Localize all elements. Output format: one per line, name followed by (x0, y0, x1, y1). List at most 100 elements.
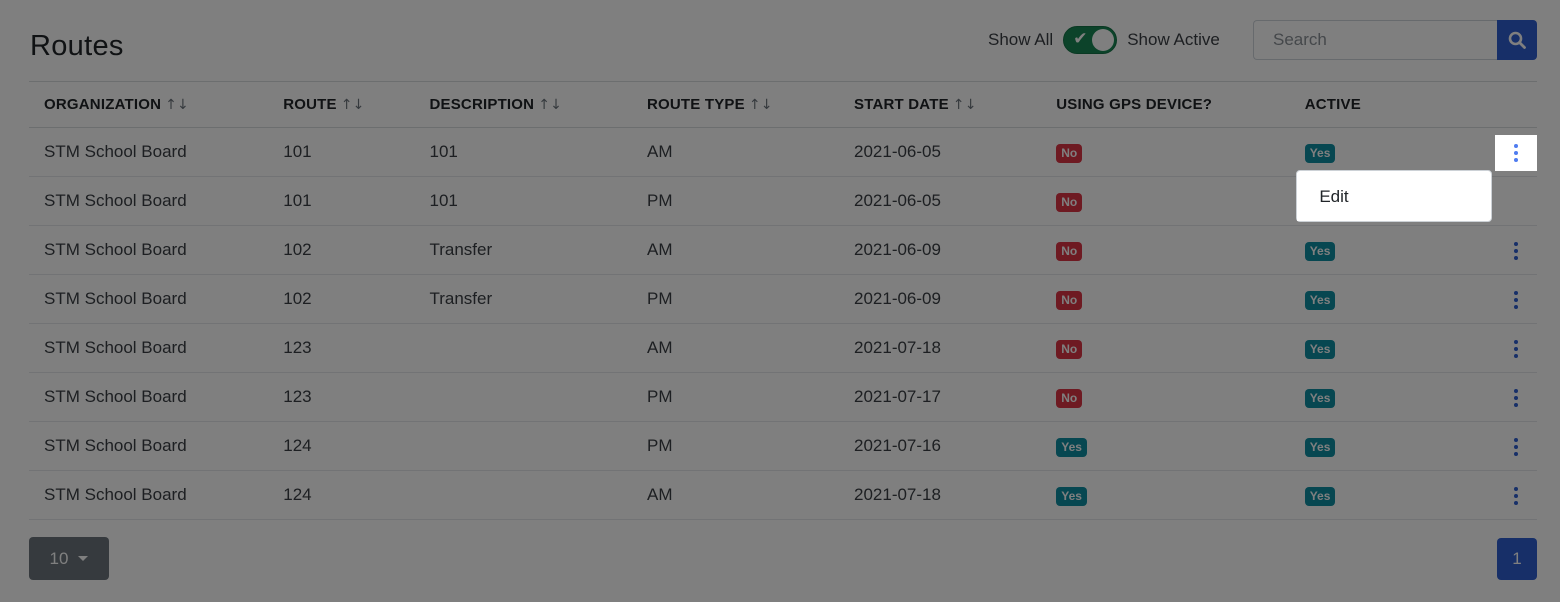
cell-organization: STM School Board (29, 421, 269, 471)
cell-route-type: AM (632, 323, 839, 373)
menu-item-edit[interactable]: Edit (1297, 173, 1371, 221)
dot (1514, 438, 1518, 442)
cell-start-date: 2021-06-09 (839, 274, 1042, 324)
cell-route: 102 (268, 225, 415, 275)
show-active-label: Show Active (1127, 30, 1220, 49)
routes-page: Routes Show All ✔ Show Active ORGANIZATI… (0, 0, 1560, 602)
status-badge: No (1056, 143, 1083, 163)
dot (1514, 151, 1518, 155)
cell-actions (1396, 225, 1537, 275)
cell-actions (1396, 274, 1537, 324)
status-badge: Yes (1056, 437, 1087, 457)
table-row: STM School Board 102 Transfer AM 2021-06-09 N… (29, 225, 1537, 275)
sort-icon: ↑↓ (538, 97, 563, 113)
dot (1514, 452, 1518, 456)
status-badge: No (1056, 339, 1083, 359)
page-title: Routes (30, 30, 124, 62)
dot (1514, 249, 1518, 253)
caret-down-icon (78, 556, 89, 561)
more-options-icon[interactable] (1495, 331, 1537, 367)
dot (1514, 396, 1518, 400)
search-button[interactable] (1497, 20, 1537, 60)
column-header-start-date[interactable]: START DATE ↑↓ (839, 81, 1042, 128)
active-filter: Show All ✔ Show Active (988, 26, 1220, 54)
dot (1514, 501, 1518, 505)
table-row: STM School Board 123 PM 2021-07-17 No Yes (29, 372, 1537, 422)
dot (1514, 487, 1518, 491)
cell-active: Yes (1289, 470, 1396, 520)
cell-route-type: AM (632, 225, 839, 275)
dot (1514, 305, 1518, 309)
cell-route-type: AM (632, 470, 839, 520)
cell-start-date: 2021-06-05 (839, 176, 1042, 226)
cell-start-date: 2021-07-18 (839, 470, 1042, 520)
show-all-label: Show All (988, 30, 1054, 49)
cell-active: Yes (1289, 274, 1396, 324)
status-badge: No (1056, 192, 1083, 212)
cell-organization: STM School Board (29, 176, 269, 226)
dot (1514, 242, 1518, 246)
cell-start-date: 2021-06-09 (839, 225, 1042, 275)
more-options-icon[interactable] (1495, 478, 1537, 514)
cell-organization: STM School Board (29, 470, 269, 520)
column-header-route[interactable]: ROUTE ↑↓ (268, 81, 415, 128)
sort-icon: ↑↓ (952, 97, 977, 113)
cell-description: Transfer (414, 225, 632, 275)
dot (1514, 347, 1518, 351)
cell-route: 123 (268, 372, 415, 422)
sort-icon: ↑↓ (165, 97, 189, 113)
column-header-description[interactable]: DESCRIPTION ↑↓ (414, 81, 632, 128)
table-row: STM School Board 124 AM 2021-07-18 Yes Yes (29, 470, 1537, 520)
cell-actions (1396, 470, 1537, 520)
cell-gps: Yes (1041, 470, 1290, 520)
toggle-knob (1092, 29, 1115, 51)
dot (1514, 389, 1518, 393)
more-options-icon[interactable] (1495, 282, 1537, 318)
cell-start-date: 2021-07-18 (839, 323, 1042, 373)
cell-organization: STM School Board (29, 127, 269, 177)
status-badge: Yes (1304, 290, 1336, 310)
status-badge: Yes (1304, 143, 1336, 163)
cell-start-date: 2021-07-16 (839, 421, 1042, 471)
dot (1514, 354, 1518, 358)
cell-route-type: PM (632, 274, 839, 324)
cell-description: 101 (414, 176, 632, 226)
cell-gps: No (1041, 323, 1290, 373)
cell-gps: No (1041, 176, 1290, 226)
cell-gps: No (1041, 274, 1290, 324)
cell-organization: STM School Board (29, 274, 269, 324)
more-options-icon[interactable] (1495, 429, 1537, 465)
dot (1514, 298, 1518, 302)
more-options-icon[interactable] (1495, 135, 1537, 171)
cell-organization: STM School Board (29, 225, 269, 275)
cell-route-type: PM (632, 372, 839, 422)
dot (1514, 340, 1518, 344)
more-options-icon[interactable] (1495, 233, 1537, 269)
dot (1514, 445, 1518, 449)
search-input[interactable] (1253, 20, 1497, 60)
more-options-icon[interactable] (1495, 380, 1537, 416)
column-header-route-type[interactable]: ROUTE TYPE ↑↓ (632, 81, 839, 128)
show-active-toggle[interactable]: ✔ (1063, 26, 1118, 54)
dot (1514, 291, 1518, 295)
column-header-gps: USING GPS DEVICE? (1041, 81, 1290, 128)
cell-route: 123 (268, 323, 415, 373)
status-badge: Yes (1304, 388, 1336, 408)
sort-icon: ↑↓ (748, 97, 773, 113)
status-badge: Yes (1304, 241, 1336, 261)
cell-route: 124 (268, 470, 415, 520)
dot (1514, 403, 1518, 407)
dot (1514, 494, 1518, 498)
column-header-actions (1396, 81, 1537, 128)
cell-active: Yes (1289, 372, 1396, 422)
status-badge: No (1056, 388, 1083, 408)
cell-actions (1396, 421, 1537, 471)
page-size-dropdown[interactable]: 10 (29, 537, 109, 580)
pagination-page-1[interactable]: 1 (1497, 538, 1537, 580)
cell-description: 101 (414, 127, 632, 177)
cell-start-date: 2021-07-17 (839, 372, 1042, 422)
cell-gps: No (1041, 225, 1290, 275)
cell-actions (1396, 372, 1537, 422)
column-header-organization[interactable]: ORGANIZATION ↑↓ (29, 81, 269, 128)
cell-route: 124 (268, 421, 415, 471)
